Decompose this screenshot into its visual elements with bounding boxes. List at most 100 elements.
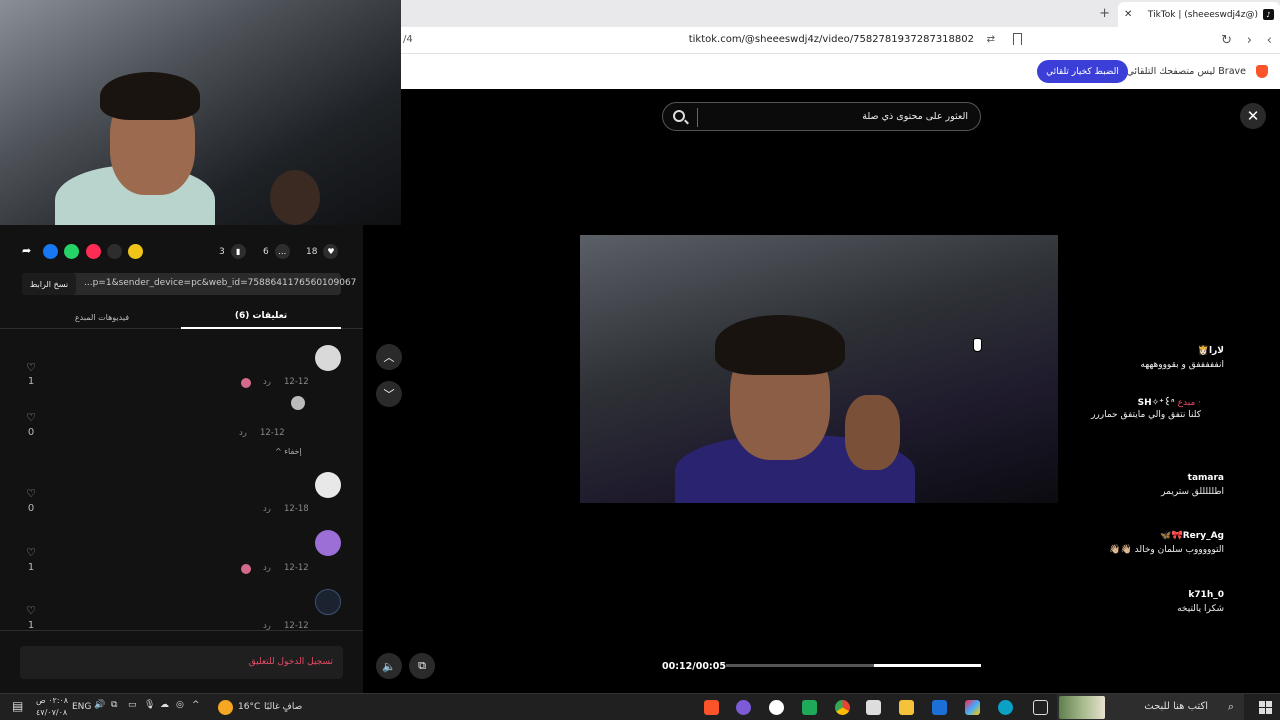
input-language[interactable]: ENG <box>72 702 91 712</box>
clock-date[interactable]: ٤٧/٠٧/٠٨ <box>36 708 67 717</box>
reply-link[interactable]: رد <box>263 377 271 387</box>
set-default-button[interactable]: الضبط كخيار تلقائي <box>1037 60 1128 83</box>
avatar[interactable] <box>291 396 305 410</box>
volume-tray-icon[interactable]: 🔊 <box>94 700 105 710</box>
comment-author[interactable]: · مبدع SH✧⁺꒰ᐢ <box>1138 396 1201 408</box>
comment-author[interactable]: Rery_Ag🎀🦋 <box>1160 531 1224 541</box>
video-progress-bar[interactable] <box>726 664 981 667</box>
store-icon[interactable] <box>866 700 881 715</box>
video-hand <box>845 395 900 470</box>
comment-date: 12-12 <box>284 377 309 387</box>
tab-bar: + ♪ (@sheeeswdj4z) | TikTok ✕ <box>401 0 1280 27</box>
comment-like-icon[interactable]: ♡ <box>24 361 38 374</box>
weather-temp[interactable]: 16°C <box>238 702 260 712</box>
whatsapp-icon[interactable] <box>64 244 79 259</box>
related-search[interactable]: العثور على محتوى ذي صلة <box>662 102 981 131</box>
save-count[interactable]: 3 ▮ <box>219 244 246 259</box>
comment-date: 12-12 <box>260 428 285 438</box>
forward-icon[interactable]: › <box>1247 33 1252 48</box>
network-icon[interactable]: ⧉ <box>111 700 117 710</box>
brave-taskbar-icon[interactable] <box>704 700 719 715</box>
action-row: ➦ 3 ▮ 6 … 18 ♥ <box>0 240 363 264</box>
share-icon[interactable]: ➦ <box>22 244 37 259</box>
obs-icon[interactable] <box>769 700 784 715</box>
search-input[interactable]: العثور على محتوى ذي صلة <box>862 111 968 122</box>
video-frame[interactable] <box>580 235 1058 503</box>
heart-icon[interactable]: ♥ <box>323 244 339 259</box>
creator-liked-icon <box>241 564 251 574</box>
repost-icon[interactable] <box>128 244 143 259</box>
display-icon[interactable]: ▭ <box>128 700 137 710</box>
tab-creator-videos[interactable]: فيديوهات المبدع <box>22 305 182 329</box>
share-link-text: ...p=1&sender_device=pc&web_id=758864117… <box>84 278 357 288</box>
avatar[interactable] <box>315 589 341 615</box>
avatar[interactable] <box>315 472 341 498</box>
url-input[interactable]: tiktok.com/@sheeeswdj4z/video/7582781937… <box>689 34 974 45</box>
taskbar-search-input[interactable]: اكتب هنا للبحث <box>1144 701 1208 712</box>
hide-replies-button[interactable]: ^ إخفاء <box>275 447 302 456</box>
bookmark-icon[interactable] <box>1013 33 1022 45</box>
comment-author[interactable]: tamara <box>1188 473 1224 483</box>
volume-button[interactable]: 🔈 <box>376 653 402 679</box>
close-tab-icon[interactable]: ✕ <box>1124 9 1132 20</box>
new-tab-button[interactable]: + <box>1099 6 1110 21</box>
taskbar-search[interactable]: ⌕ اكتب هنا للبحث <box>1057 694 1244 720</box>
windows-start-icon[interactable] <box>1259 701 1272 714</box>
bookmark-save-icon[interactable]: ▮ <box>230 244 246 259</box>
comment-like-icon[interactable]: ♡ <box>24 546 38 559</box>
avatar[interactable] <box>315 345 341 371</box>
tiktok-icon: ♪ <box>1263 9 1274 20</box>
reload-icon[interactable]: ↻ <box>1221 33 1232 48</box>
mail-icon[interactable] <box>932 700 947 715</box>
previous-video-button[interactable]: ︿ <box>376 344 402 370</box>
tab-comments[interactable]: تعليقات (6) <box>181 305 341 329</box>
comment-like-icon[interactable]: ♡ <box>24 487 38 500</box>
comment-like-icon[interactable]: ♡ <box>24 411 38 424</box>
like-count-value: 18 <box>306 246 318 257</box>
login-prompt[interactable]: تسجيل الدخول للتعليق <box>249 657 333 667</box>
comment-input[interactable]: تسجيل الدخول للتعليق <box>20 646 343 679</box>
comment-like-icon[interactable]: ♡ <box>24 604 38 617</box>
search-icon[interactable] <box>673 110 685 122</box>
weather-icon <box>218 700 233 715</box>
comment-author[interactable]: k71h_0 <box>1188 590 1224 600</box>
facebook-icon[interactable] <box>43 244 58 259</box>
discord-icon[interactable] <box>736 700 751 715</box>
copilot-icon[interactable] <box>965 700 980 715</box>
comment-text: شكرا يالتيخه <box>1177 604 1224 614</box>
clock-time[interactable]: ٠٢:٠٨ ص <box>36 696 68 705</box>
close-video-button[interactable]: ✕ <box>1240 103 1266 129</box>
weather-text[interactable]: صافٍ غالبًا <box>264 702 302 712</box>
send-icon[interactable] <box>86 244 101 259</box>
comment-icon[interactable]: … <box>274 244 290 259</box>
notification-icon[interactable]: ▤ <box>12 699 23 713</box>
file-explorer-icon[interactable] <box>899 700 914 715</box>
onedrive-icon[interactable]: ☁ <box>160 700 169 710</box>
copy-link-button[interactable]: نسخ الرابط <box>22 273 76 295</box>
comment-count-value: 6 <box>263 246 269 257</box>
back-icon[interactable]: ‹ <box>1267 33 1272 48</box>
reply-link[interactable]: رد <box>263 563 271 573</box>
comment-count[interactable]: 6 … <box>263 244 290 259</box>
avatar[interactable] <box>315 530 341 556</box>
like-count[interactable]: 18 ♥ <box>306 244 339 259</box>
chevron-up-icon: ︿ <box>383 351 395 364</box>
mic-icon[interactable]: 🎙 <box>144 700 155 710</box>
reply-link[interactable]: رد <box>239 428 247 438</box>
capcut-icon[interactable] <box>802 700 817 715</box>
task-view-icon[interactable] <box>1033 700 1048 715</box>
site-settings-icon[interactable]: ⇄ <box>987 34 995 45</box>
browser-tab[interactable]: ♪ (@sheeeswdj4z) | TikTok ✕ <box>1118 2 1280 27</box>
comment-author[interactable]: لارا👸🏻 <box>1198 346 1224 356</box>
comment-text: التوووووب سلمان وخالد 👋🏼👋🏼 <box>1109 545 1224 555</box>
edge-icon[interactable] <box>998 700 1013 715</box>
next-video-button[interactable]: ﹀ <box>376 381 402 407</box>
floating-player-button[interactable]: ⧉ <box>409 653 435 679</box>
embed-icon[interactable] <box>107 244 122 259</box>
reply-link[interactable]: رد <box>263 504 271 514</box>
chevron-up-icon: ^ <box>275 447 282 456</box>
comment-like-count: 0 <box>27 427 35 438</box>
tray-app-icon[interactable]: ◎ <box>176 700 184 710</box>
chrome-icon[interactable] <box>835 700 850 715</box>
tray-chevron-icon[interactable]: ^ <box>192 700 200 710</box>
